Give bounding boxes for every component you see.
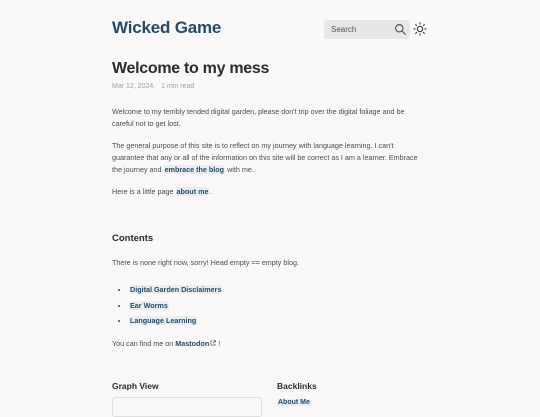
paragraph-intro: Welcome to my terribly tended digital ga… [112,107,405,128]
backlinks-heading: Backlinks [277,381,317,391]
toc-link-ear-worms[interactable]: Ear Worms [129,300,169,310]
paragraph-purpose-text: The general purpose of this site is to r… [112,141,418,174]
paragraph-about: Here is a little page about me. [112,186,424,198]
search-icon[interactable] [394,23,407,36]
paragraph-empty: There is none right now, sorry! Head emp… [112,258,299,267]
site-title[interactable]: Wicked Game [112,18,221,38]
toc-link-digital-garden-disclaimers[interactable]: Digital Garden Disclaimers [129,285,223,294]
about-me-link[interactable]: about me [175,187,210,196]
article-meta: Mar 12, 2024, 1 min read [112,83,198,90]
toc-link-language-learning[interactable]: Language Learning [129,316,198,325]
article-date: Mar 12, 2024, [112,83,156,90]
paragraph-purpose: The general purpose of this site is to r… [112,140,424,176]
embrace-the-blog-link[interactable]: embrace the blog [163,165,226,174]
sun-icon[interactable] [413,22,427,36]
paragraph-mastodon-text: You can find me on [112,339,176,348]
list-item: Digital Garden Disclaimers [129,282,223,298]
paragraph-about-end: . [209,187,212,196]
article-body: Welcome to my terribly tended digital ga… [112,106,424,198]
page: Wicked Game Search Welcome to my mess Ma… [0,0,540,417]
paragraph-mastodon: You can find me on Mastodon ! [112,339,220,348]
paragraph-mastodon-end: ! [216,339,221,348]
graph-view-heading: Graph View [112,381,159,391]
article-title: Welcome to my mess [112,60,270,77]
article-read-time: 1 min read [161,83,195,90]
mastodon-link-label: Mastodon [175,339,210,348]
contents-list: Digital Garden Disclaimers Ear Worms Lan… [112,282,223,329]
paragraph-purpose-end: with me. [225,165,254,174]
search-placeholder: Search [331,25,357,34]
paragraph-about-text: Here is a little page [112,187,176,196]
list-item: Ear Worms [129,298,222,314]
mastodon-link[interactable]: Mastodon [175,339,216,348]
search-bar[interactable]: Search [324,20,410,39]
list-item: Language Learning [129,313,222,329]
contents-heading: Contents [112,233,154,244]
graph-view[interactable] [112,397,262,417]
